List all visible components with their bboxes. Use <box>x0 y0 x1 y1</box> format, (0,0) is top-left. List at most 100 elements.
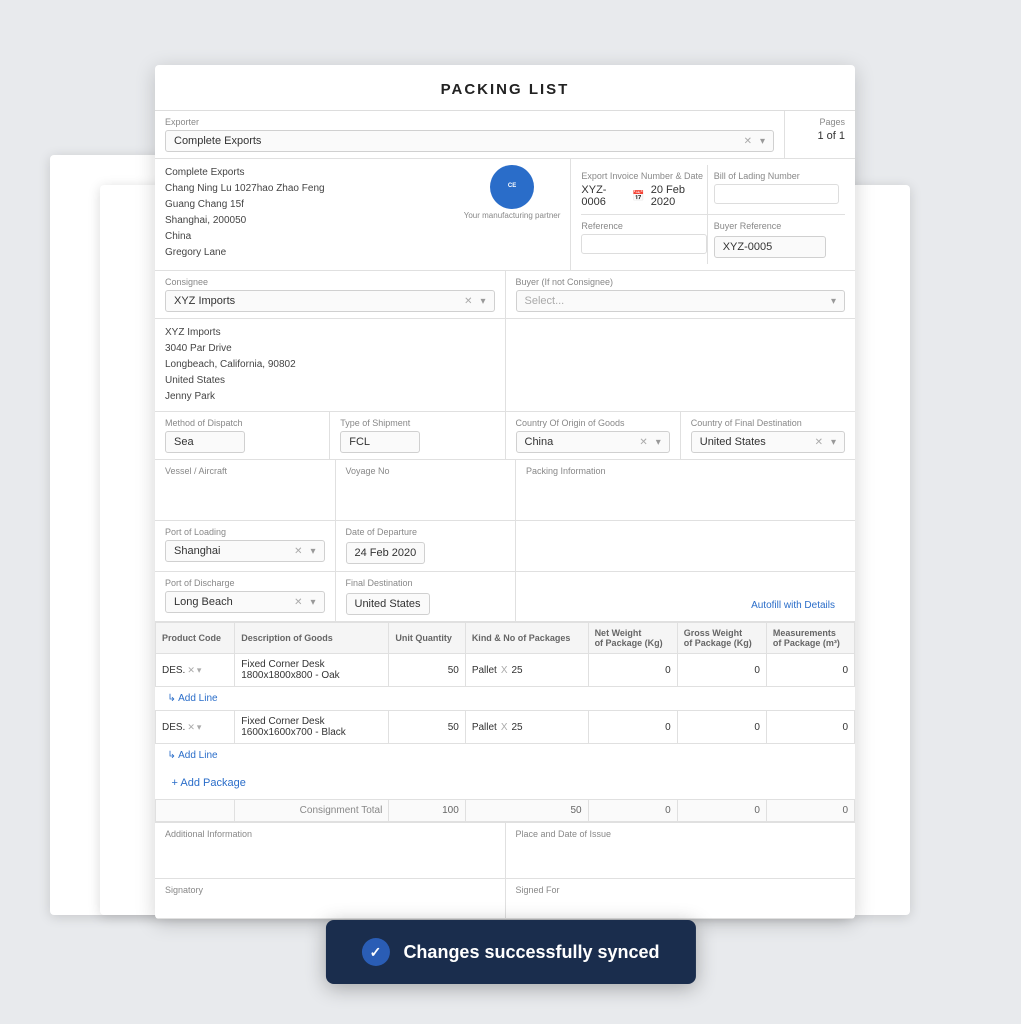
autofill-button[interactable]: Autofill with Details <box>741 596 845 615</box>
vessel-label: Vessel / Aircraft <box>165 466 325 476</box>
packing-info-cell: Packing Information <box>516 460 855 520</box>
add-line-button-1[interactable]: ↳ Add Line <box>162 689 224 708</box>
origin-label: Country Of Origin of Goods <box>516 418 670 428</box>
row1-gross-weight[interactable]: 0 <box>677 654 766 687</box>
place-date-input[interactable] <box>516 842 846 872</box>
origin-select[interactable]: China ✕ ▾ <box>516 431 670 453</box>
row2-description[interactable]: Fixed Corner Desk1600x1600x700 - Black <box>235 711 389 744</box>
table-body: DES. ✕ ▾ Fixed Corner Desk1800x1800x800 … <box>156 654 855 822</box>
row1-code[interactable]: DES. ✕ ▾ <box>156 654 235 687</box>
loading-clear-icon[interactable]: ✕ <box>294 546 302 557</box>
method-select[interactable]: Sea <box>165 431 245 453</box>
ref-label: Reference <box>581 221 706 231</box>
add-package-button[interactable]: + Add Package <box>162 769 256 797</box>
discharge-chevron-icon[interactable]: ▾ <box>310 597 315 608</box>
place-date-cell: Place and Date of Issue <box>506 823 856 878</box>
row1-net-weight[interactable]: 0 <box>588 654 677 687</box>
exporter-logo-area: Complete Exports Chang Ning Lu 1027hao Z… <box>165 165 560 261</box>
exporter-details-row: Complete Exports Chang Ning Lu 1027hao Z… <box>155 159 855 271</box>
voyage-label: Voyage No <box>346 466 506 476</box>
success-message: Changes successfully synced <box>403 942 659 963</box>
row1-description[interactable]: Fixed Corner Desk1800x1800x800 - Oak <box>235 654 389 687</box>
row2-code-value: DES. <box>162 722 185 733</box>
row1-code-chevron[interactable]: ▾ <box>197 665 202 676</box>
total-net: 0 <box>588 800 677 822</box>
row2-net-weight[interactable]: 0 <box>588 711 677 744</box>
origin-chevron-icon[interactable]: ▾ <box>656 437 661 448</box>
row2-kind[interactable]: Pallet X 25 <box>465 711 588 744</box>
origin-value: China <box>525 436 554 448</box>
consignee-addr1: XYZ Imports <box>165 325 495 341</box>
exporter-clear-icon[interactable]: ✕ <box>744 136 752 147</box>
row1-code-value: DES. <box>162 665 185 676</box>
place-date-label: Place and Date of Issue <box>516 829 846 839</box>
add-line-cell-1: ↳ Add Line <box>156 687 855 711</box>
consignee-label: Consignee <box>165 277 495 287</box>
add-line-button-2[interactable]: ↳ Add Line <box>162 746 224 765</box>
destination-select[interactable]: United States ✕ ▾ <box>691 431 845 453</box>
consignee-clear-icon[interactable]: ✕ <box>464 296 472 307</box>
row2-gross-weight[interactable]: 0 <box>677 711 766 744</box>
add-line-row-2: ↳ Add Line <box>156 744 855 768</box>
buyer-label: Buyer (If not Consignee) <box>516 277 846 287</box>
row2-measurements[interactable]: 0 <box>766 711 854 744</box>
row2-code-select[interactable]: DES. ✕ ▾ <box>162 722 228 733</box>
consignee-select[interactable]: XYZ Imports ✕ ▾ <box>165 290 495 312</box>
row1-quantity[interactable]: 50 <box>389 654 465 687</box>
additional-info-input[interactable] <box>165 842 495 872</box>
col-gross-weight: Gross Weightof Package (Kg) <box>677 623 766 654</box>
pages-cell: Pages 1 of 1 <box>785 111 855 158</box>
loading-select[interactable]: Shanghai ✕ ▾ <box>165 540 325 562</box>
total-packages: 50 <box>465 800 588 822</box>
destination-chevron-icon[interactable]: ▾ <box>831 437 836 448</box>
buyer-ref-value[interactable]: XYZ-0005 <box>714 236 827 258</box>
consignee-details-row: XYZ Imports 3040 Par Drive Longbeach, Ca… <box>155 319 855 412</box>
origin-clear-icon[interactable]: ✕ <box>639 437 647 448</box>
bol-input[interactable] <box>714 184 839 204</box>
row2-code-clear[interactable]: ✕ <box>187 722 195 733</box>
signed-label: Signed For <box>516 885 846 895</box>
exporter-select[interactable]: Complete Exports ✕ ▾ <box>165 130 774 152</box>
signatory-label: Signatory <box>165 885 495 895</box>
row1-code-select[interactable]: DES. ✕ ▾ <box>162 665 228 676</box>
row2-code[interactable]: DES. ✕ ▾ <box>156 711 235 744</box>
row1-kind[interactable]: Pallet X 25 <box>465 654 588 687</box>
col-product-code: Product Code <box>156 623 235 654</box>
voyage-input[interactable] <box>346 479 506 509</box>
exporter-chevron-icon[interactable]: ▾ <box>760 136 765 147</box>
final-value[interactable]: United States <box>346 593 430 615</box>
departure-value[interactable]: 24 Feb 2020 <box>346 542 426 564</box>
shipment-select[interactable]: FCL <box>340 431 420 453</box>
consignee-select-cell: Consignee XYZ Imports ✕ ▾ <box>155 271 506 318</box>
vessel-input[interactable] <box>165 479 325 509</box>
document-body: Exporter Complete Exports ✕ ▾ Pages 1 of… <box>155 111 855 919</box>
bol-label: Bill of Lading Number <box>714 171 839 181</box>
row1-measurements[interactable]: 0 <box>766 654 854 687</box>
row2-quantity[interactable]: 50 <box>389 711 465 744</box>
buyer-select[interactable]: Select... ▾ <box>516 290 846 312</box>
vessel-row: Vessel / Aircraft Voyage No Packing Info… <box>155 460 855 521</box>
consignee-addr3: Longbeach, California, 90802 <box>165 357 495 373</box>
consignee-chevron-icon[interactable]: ▾ <box>480 296 485 307</box>
row2-kind-x: X <box>501 722 508 733</box>
discharge-select[interactable]: Long Beach ✕ ▾ <box>165 591 325 613</box>
method-value: Sea <box>174 436 194 448</box>
buyer-chevron-icon[interactable]: ▾ <box>831 296 836 307</box>
row2-code-chevron[interactable]: ▾ <box>197 722 202 733</box>
add-line-row-1: ↳ Add Line <box>156 687 855 711</box>
signed-cell: Signed For <box>506 879 856 918</box>
buyer-ref-subcell: Buyer Reference XYZ-0005 <box>707 215 845 264</box>
add-package-cell: + Add Package <box>156 767 855 800</box>
loading-chevron-icon[interactable]: ▾ <box>310 546 315 557</box>
ref-input[interactable] <box>581 234 706 254</box>
destination-clear-icon[interactable]: ✕ <box>815 437 823 448</box>
shipment-value: FCL <box>349 436 370 448</box>
additional-info-cell: Additional Information <box>155 823 506 878</box>
invoice-row: XYZ-0006 📅 20 Feb 2020 <box>581 184 706 208</box>
exporter-company-name: Complete Exports <box>165 165 325 181</box>
discharge-clear-icon[interactable]: ✕ <box>294 597 302 608</box>
invoice-bol-cell: Export Invoice Number & Date XYZ-0006 📅 … <box>571 159 855 270</box>
row1-kind-x: X <box>501 665 508 676</box>
row1-code-clear[interactable]: ✕ <box>187 665 195 676</box>
add-line-cell-2: ↳ Add Line <box>156 744 855 768</box>
